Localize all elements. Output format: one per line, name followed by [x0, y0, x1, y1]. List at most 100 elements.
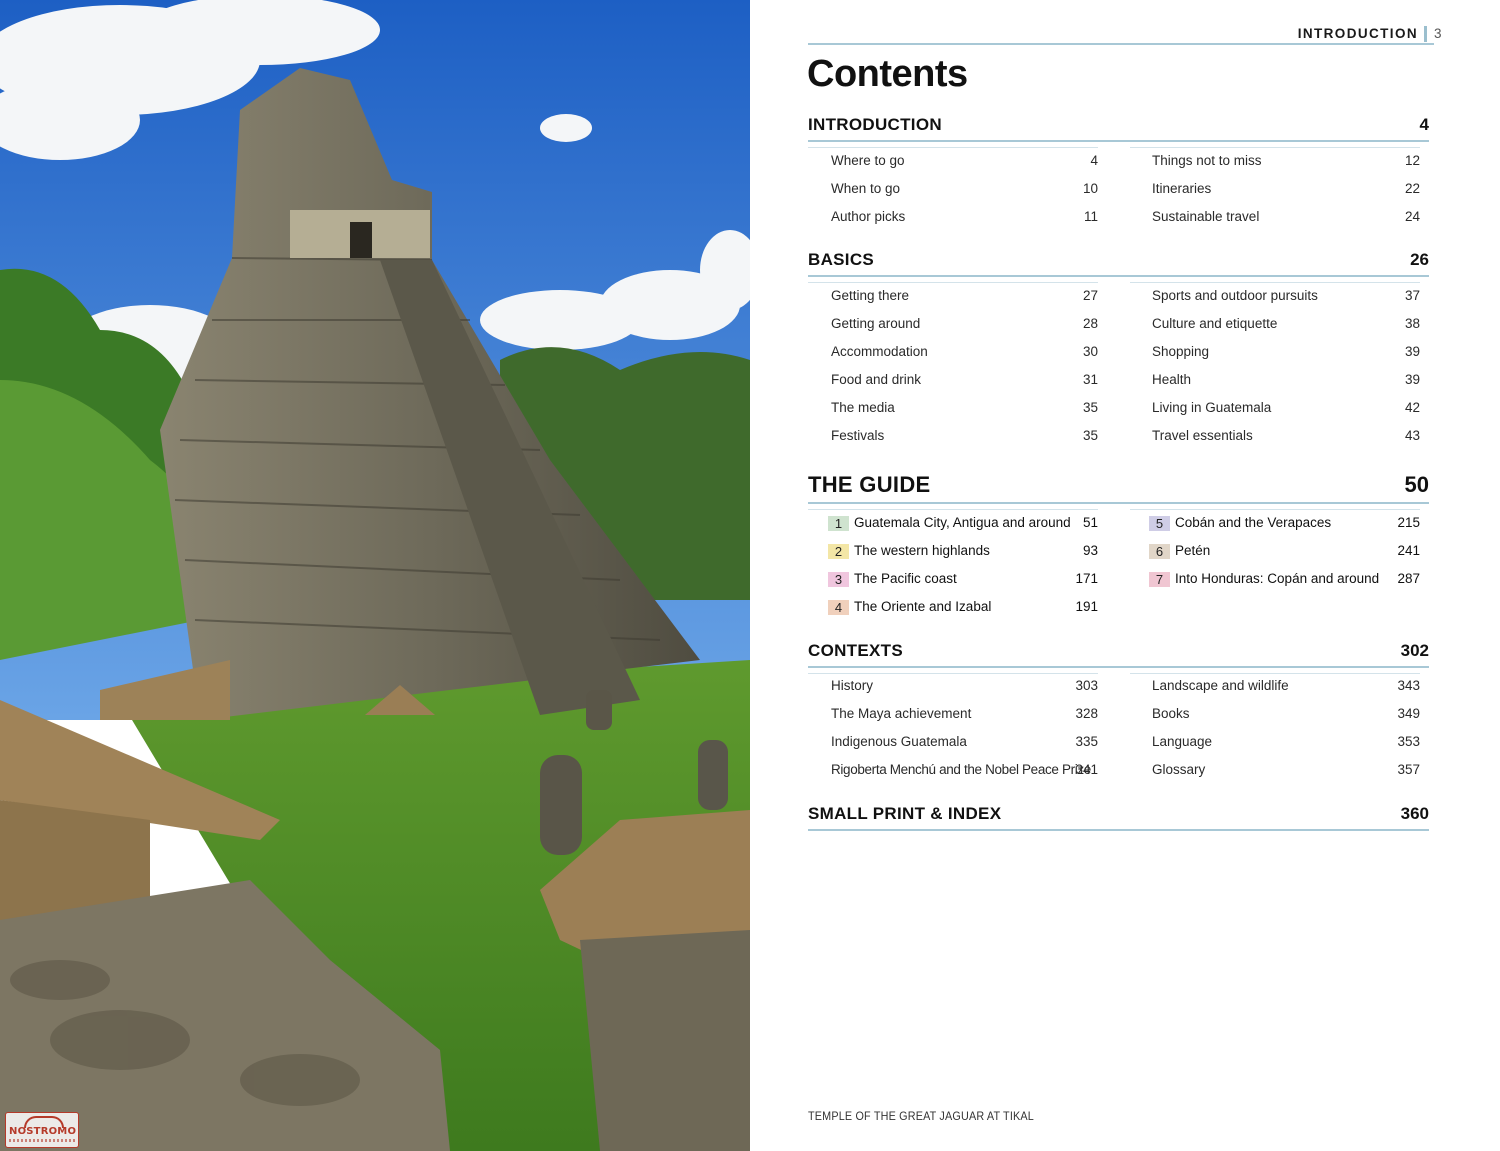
chapter-label[interactable]: Into Honduras: Copán and around	[1175, 571, 1379, 586]
toc-entry-label[interactable]: Food and drink	[831, 372, 921, 387]
section-title: CONTEXTS	[808, 641, 903, 660]
chapter-number-badge: 3	[828, 572, 849, 587]
toc-entry-label[interactable]: Shopping	[1152, 344, 1209, 359]
chapter-page: 287	[1397, 571, 1420, 586]
section-page: 50	[1404, 472, 1429, 497]
running-head-divider	[1424, 26, 1427, 42]
chapter-page: 241	[1397, 543, 1420, 558]
photo-caption: TEMPLE OF THE GREAT JAGUAR AT TIKAL	[808, 1109, 1034, 1123]
column-rule	[808, 147, 1098, 148]
chapter-label[interactable]: Petén	[1175, 543, 1210, 558]
toc-entry-label[interactable]: Travel essentials	[1152, 428, 1253, 443]
section-page: 26	[1410, 250, 1429, 269]
toc-entry-label[interactable]: When to go	[831, 181, 900, 196]
toc-entry-page: 42	[1404, 400, 1420, 415]
toc-entry-label[interactable]: Things not to miss	[1152, 153, 1262, 168]
toc-entry-label[interactable]: Indigenous Guatemala	[831, 734, 967, 749]
toc-entry-label[interactable]: Living in Guatemala	[1152, 400, 1271, 415]
toc-entry-page: 328	[1075, 706, 1098, 721]
section-rule	[808, 275, 1429, 277]
toc-entry-page: 30	[1082, 344, 1098, 359]
toc-entry-page: 357	[1397, 762, 1420, 777]
column-rule	[1130, 282, 1420, 283]
chapter-label[interactable]: The Oriente and Izabal	[854, 599, 991, 614]
toc-entry-label[interactable]: Author picks	[831, 209, 905, 224]
toc-entry-label[interactable]: Rigoberta Menchú and the Nobel Peace Pri…	[831, 762, 1091, 777]
toc-entry-page: 353	[1397, 734, 1420, 749]
toc-entry-label[interactable]: History	[831, 678, 873, 693]
chapter-label[interactable]: The Pacific coast	[854, 571, 957, 586]
chapter-number-badge: 7	[1149, 572, 1170, 587]
contents-page: INTRODUCTION 3 Contents INTRODUCTION 4 W…	[750, 0, 1500, 1151]
column-rule	[1130, 509, 1420, 510]
toc-entry-page: 11	[1083, 209, 1098, 224]
toc-entry-label[interactable]: Culture and etiquette	[1152, 316, 1277, 331]
running-head-section: INTRODUCTION	[1297, 26, 1418, 41]
toc-entry-page: 27	[1082, 288, 1098, 303]
toc-entry-page: 349	[1397, 706, 1420, 721]
column-rule	[808, 282, 1098, 283]
section-contexts[interactable]: CONTEXTS 302	[808, 641, 1429, 671]
toc-entry-label[interactable]: Where to go	[831, 153, 905, 168]
section-basics[interactable]: BASICS 26	[808, 250, 1429, 280]
toc-entry-page: 303	[1075, 678, 1098, 693]
section-introduction[interactable]: INTRODUCTION 4	[808, 115, 1429, 145]
toc-entry-page: 28	[1082, 316, 1098, 331]
section-rule	[808, 829, 1429, 831]
toc-entry-label[interactable]: Itineraries	[1152, 181, 1211, 196]
toc-entry-page: 39	[1404, 372, 1420, 387]
toc-entry-page: 343	[1397, 678, 1420, 693]
section-title: BASICS	[808, 250, 875, 269]
toc-entry-label[interactable]: Festivals	[831, 428, 884, 443]
chapter-label[interactable]: Guatemala City, Antigua and around	[854, 515, 1071, 530]
toc-entry-page: 341	[1075, 762, 1098, 777]
column-rule	[808, 509, 1098, 510]
toc-entry-label[interactable]: The media	[831, 400, 895, 415]
toc-entry-label[interactable]: Health	[1152, 372, 1191, 387]
chapter-number-badge: 1	[828, 516, 849, 531]
toc-entry-label[interactable]: Sustainable travel	[1152, 209, 1259, 224]
toc-entry-page: 4	[1090, 153, 1098, 168]
section-title: INTRODUCTION	[808, 115, 942, 134]
section-rule	[808, 140, 1429, 142]
chapter-number-badge: 4	[828, 600, 849, 615]
toc-entry-label[interactable]: Getting there	[831, 288, 909, 303]
chapter-label[interactable]: Cobán and the Verapaces	[1175, 515, 1331, 530]
running-head-rule	[808, 43, 1434, 45]
toc-entry-label[interactable]: Landscape and wildlife	[1152, 678, 1289, 693]
chapter-page: 191	[1075, 599, 1098, 614]
toc-entry-label[interactable]: Accommodation	[831, 344, 928, 359]
watermark-logo: NOSTROMO	[5, 1112, 79, 1148]
toc-entry-label[interactable]: Books	[1152, 706, 1190, 721]
toc-entry-label[interactable]: Language	[1152, 734, 1212, 749]
section-the-guide[interactable]: THE GUIDE 50	[808, 472, 1429, 508]
page-number: 3	[1434, 26, 1442, 41]
chapter-page: 171	[1075, 571, 1098, 586]
toc-entry-page: 35	[1082, 400, 1098, 415]
section-title: THE GUIDE	[808, 472, 931, 497]
watermark-subline	[9, 1139, 75, 1142]
column-rule	[1130, 673, 1420, 674]
toc-entry-page: 38	[1404, 316, 1420, 331]
section-rule	[808, 666, 1429, 668]
toc-entry-page: 335	[1075, 734, 1098, 749]
toc-entry-page: 37	[1404, 288, 1420, 303]
toc-entry-label[interactable]: The Maya achievement	[831, 706, 971, 721]
toc-entry-page: 39	[1404, 344, 1420, 359]
toc-entry-label[interactable]: Getting around	[831, 316, 920, 331]
toc-entry-label[interactable]: Glossary	[1152, 762, 1205, 777]
temple-photo-illustration	[0, 0, 750, 1151]
column-rule	[808, 673, 1098, 674]
chapter-page: 93	[1082, 543, 1098, 558]
toc-entry-page: 31	[1082, 372, 1098, 387]
toc-entry-page: 12	[1404, 153, 1420, 168]
section-page: 4	[1419, 115, 1429, 134]
chapter-number-badge: 5	[1149, 516, 1170, 531]
section-small-print-index[interactable]: SMALL PRINT & INDEX 360	[808, 804, 1429, 834]
chapter-label[interactable]: The western highlands	[854, 543, 990, 558]
page-title: Contents	[807, 53, 968, 95]
chapter-page: 215	[1397, 515, 1420, 530]
chapter-number-badge: 6	[1149, 544, 1170, 559]
toc-entry-label[interactable]: Sports and outdoor pursuits	[1152, 288, 1318, 303]
section-page: 360	[1400, 804, 1429, 823]
